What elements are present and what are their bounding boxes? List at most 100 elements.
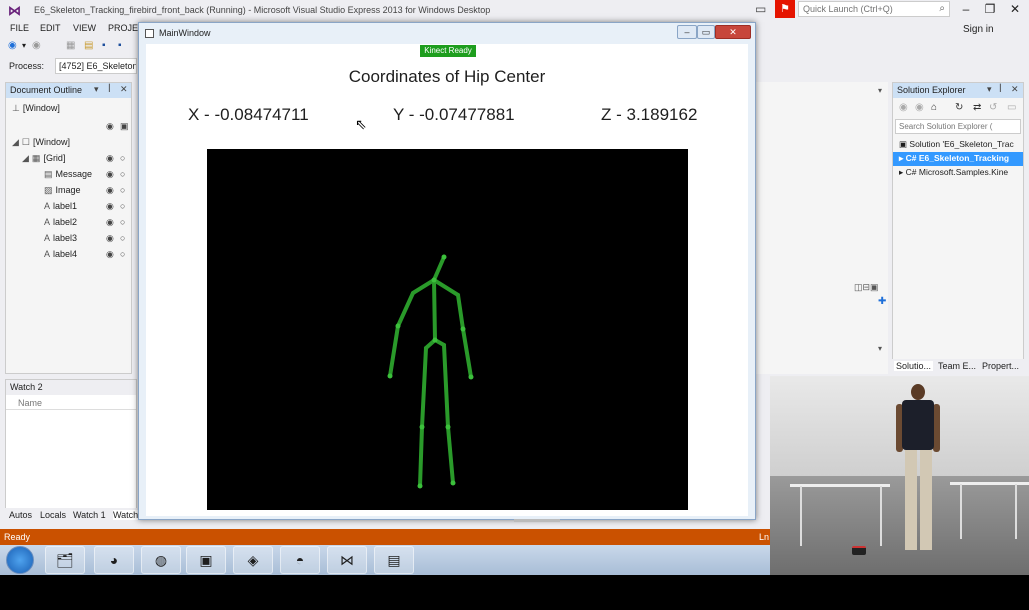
tree-grid-node[interactable]: ◢ ▦ [Grid] <box>22 153 65 164</box>
feedback-flag-icon[interactable]: ⚑ <box>775 0 795 18</box>
dot-icon[interactable]: ○ <box>120 169 125 179</box>
close-icon[interactable]: ✕ <box>1011 84 1019 95</box>
skeleton-drawing <box>387 254 474 489</box>
collapse-icon[interactable]: ◢ <box>22 153 29 164</box>
dot-icon[interactable]: ○ <box>120 217 125 227</box>
eye-icon[interactable]: ◉ <box>106 121 114 132</box>
dropdown-icon[interactable]: ▾ <box>878 86 882 95</box>
refresh-icon[interactable]: ↺ <box>989 102 997 113</box>
tree-message[interactable]: ▤ Message <box>44 169 92 180</box>
sign-in-link[interactable]: Sign in <box>963 24 994 35</box>
restore-icon[interactable]: ❐ <box>982 2 998 16</box>
tab-solution[interactable]: Solutio... <box>894 361 934 371</box>
watch-title: Watch 2 <box>6 380 136 395</box>
tab-watch1[interactable]: Watch 1 <box>73 510 106 520</box>
scroll-down-icon[interactable]: ▾ <box>878 344 882 353</box>
solution-icon: ▣ <box>899 139 910 149</box>
tree-label4[interactable]: Alabel4 <box>44 249 77 259</box>
minimize-icon[interactable]: – <box>958 2 974 16</box>
tab-properties[interactable]: Propert... <box>982 361 1019 371</box>
project-node[interactable]: ▸ C# Microsoft.Samples.Kine <box>893 166 1023 180</box>
panel-dropdown-icon[interactable]: ▾ <box>987 84 992 95</box>
tab-team[interactable]: Team E... <box>938 361 976 371</box>
close-icon[interactable]: ✕ <box>1007 2 1023 16</box>
dot-icon[interactable]: ○ <box>120 249 125 259</box>
solution-search-input[interactable]: Search Solution Explorer ( <box>895 119 1021 134</box>
notifications-icon[interactable]: ▭ <box>755 2 766 16</box>
tree-root-window[interactable]: ⊥ [Window] <box>12 103 60 114</box>
back-icon[interactable]: ◉ <box>899 102 908 113</box>
pdf-icon[interactable]: ◓ <box>280 546 320 574</box>
left-knee-joint <box>419 424 425 430</box>
eye-icon[interactable]: ◉ <box>106 169 114 180</box>
watch-name-column[interactable]: Name <box>6 396 136 410</box>
process-combo[interactable]: [4752] E6_Skeleton_ <box>55 58 137 74</box>
panel-dropdown-icon[interactable]: ▾ <box>94 84 99 95</box>
collapse-icon[interactable]: ◢ <box>12 137 19 148</box>
menu-file[interactable]: FILE <box>10 23 29 33</box>
eye-icon[interactable]: ◉ <box>106 153 114 164</box>
window-resize-grip[interactable] <box>514 519 560 522</box>
dropdown-icon[interactable]: ▾ <box>22 41 26 50</box>
eye-icon[interactable]: ◉ <box>106 233 114 244</box>
dot-icon[interactable]: ○ <box>120 153 125 163</box>
y-coordinate-label: Y - -0.07477881 <box>393 105 515 124</box>
tree-label1[interactable]: Alabel1 <box>44 201 77 211</box>
pin-icon[interactable]: ꟾ <box>999 84 1002 95</box>
project-node-selected[interactable]: ▸ C# E6_Skeleton_Tracking <box>893 152 1023 166</box>
close-icon[interactable]: ✕ <box>120 84 128 95</box>
up-arrow-icon: ⊥ <box>12 103 20 113</box>
sync-icon[interactable]: ↻ <box>955 102 963 113</box>
tree-label3[interactable]: Alabel3 <box>44 233 77 243</box>
back-icon[interactable]: ◉ <box>8 40 17 51</box>
solution-explorer-title: Solution Explorer ▾ ꟾ ✕ <box>893 83 1023 98</box>
quick-launch-input[interactable] <box>799 2 929 16</box>
forward-icon[interactable]: ◉ <box>32 40 41 51</box>
chrome-icon[interactable]: ◕ <box>94 546 134 574</box>
solution-node[interactable]: ▣ Solution 'E6_Skeleton_Trac <box>893 138 1023 152</box>
explorer-icon[interactable]: 🗂 <box>45 546 85 574</box>
dot-icon[interactable]: ○ <box>120 201 125 211</box>
close-icon[interactable]: ✕ <box>715 25 751 39</box>
kinect-app-icon[interactable]: ◈ <box>233 546 273 574</box>
media-icon[interactable]: ▣ <box>186 546 226 574</box>
tab-autos[interactable]: Autos <box>9 510 32 520</box>
swap-icon[interactable]: ⇄ <box>973 102 981 113</box>
tree-label2[interactable]: Alabel2 <box>44 217 77 227</box>
hip-center-joint <box>432 337 438 343</box>
left-thigh <box>420 346 428 429</box>
open-file-icon[interactable]: ▤ <box>84 40 93 51</box>
dot-icon[interactable]: ○ <box>120 233 125 243</box>
tree-image[interactable]: ▨ Image <box>44 185 81 196</box>
add-icon[interactable]: ✚ <box>878 296 886 307</box>
dot-icon[interactable]: ○ <box>120 185 125 195</box>
eye-icon[interactable]: ◉ <box>106 201 114 212</box>
pin-icon[interactable]: ꟾ <box>108 84 111 95</box>
menu-view[interactable]: VIEW <box>73 23 96 33</box>
start-button-icon[interactable] <box>6 546 34 574</box>
visual-studio-icon[interactable]: ⋈ <box>327 546 367 574</box>
right-shin <box>446 425 455 485</box>
quick-launch-box[interactable]: ⌕ <box>798 1 950 17</box>
lock-icon[interactable]: ▣ <box>120 121 129 132</box>
split-icon[interactable]: ◫⊟▣ <box>854 282 879 293</box>
eye-icon[interactable]: ◉ <box>106 185 114 196</box>
panel-title-text: Document Outline <box>10 85 83 95</box>
save-icon[interactable]: ▪ <box>102 40 106 51</box>
tab-locals[interactable]: Locals <box>40 510 66 520</box>
maximize-icon[interactable]: ▭ <box>697 25 715 39</box>
eye-icon[interactable]: ◉ <box>106 217 114 228</box>
collapse-all-icon[interactable]: ▭ <box>1007 102 1016 113</box>
firefox-icon[interactable]: ◍ <box>141 546 181 574</box>
eye-icon[interactable]: ◉ <box>106 249 114 260</box>
window-app-icon[interactable]: ▤ <box>374 546 414 574</box>
tab-watch2[interactable]: Watch <box>113 510 139 520</box>
save-all-icon[interactable]: ▪ <box>118 40 122 51</box>
menu-edit[interactable]: EDIT <box>40 23 61 33</box>
minimize-icon[interactable]: – <box>677 25 697 39</box>
new-item-icon[interactable]: ▦ <box>66 40 75 51</box>
home-icon[interactable]: ⌂ <box>931 102 937 113</box>
forward-icon[interactable]: ◉ <box>915 102 924 113</box>
left-shoulder-bone <box>411 278 436 295</box>
tree-window-node[interactable]: ◢ ☐ [Window] <box>12 137 70 148</box>
